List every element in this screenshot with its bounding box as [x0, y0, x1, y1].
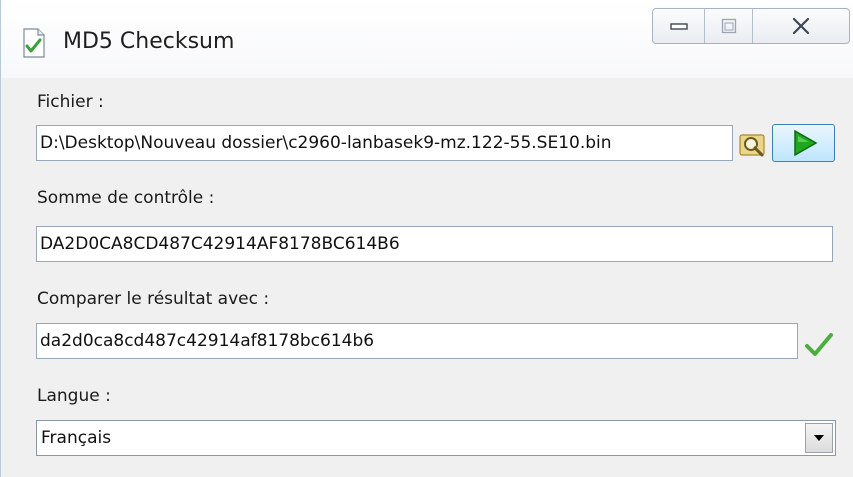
md5-checksum-window: MD5 Checksum Fichier : D:\Desktop\Nouvea…	[0, 0, 853, 477]
minimize-button[interactable]	[653, 9, 705, 43]
minimize-icon	[669, 23, 688, 30]
title-bar[interactable]: MD5 Checksum	[1, 0, 853, 78]
checkmark-icon	[805, 333, 833, 356]
language-selected-value: Français	[41, 428, 112, 448]
maximize-button[interactable]	[705, 9, 753, 43]
language-select[interactable]: Français	[36, 420, 836, 456]
document-check-icon	[23, 28, 45, 58]
compare-label: Comparer le résultat avec :	[37, 289, 270, 309]
window-title: MD5 Checksum	[63, 29, 235, 54]
file-path-input[interactable]: D:\Desktop\Nouveau dossier\c2960-lanbase…	[36, 125, 733, 161]
checksum-output[interactable]: DA2D0CA8CD487C42914AF8178BC614B6	[36, 226, 833, 262]
checksum-label: Somme de contrôle :	[37, 188, 215, 208]
window-controls	[652, 8, 850, 44]
compute-button[interactable]	[772, 124, 835, 162]
browse-folder-icon	[739, 134, 765, 157]
dropdown-button[interactable]	[805, 423, 833, 453]
compare-input[interactable]: da2d0ca8cd487c42914af8178bc614b6	[36, 323, 798, 359]
play-icon	[793, 129, 818, 157]
close-icon	[792, 18, 810, 34]
browse-button[interactable]	[736, 128, 770, 160]
maximize-icon	[721, 18, 736, 34]
chevron-down-icon	[814, 435, 824, 441]
language-label: Langue :	[37, 386, 111, 406]
file-label: Fichier :	[37, 92, 104, 112]
close-button[interactable]	[753, 9, 849, 43]
